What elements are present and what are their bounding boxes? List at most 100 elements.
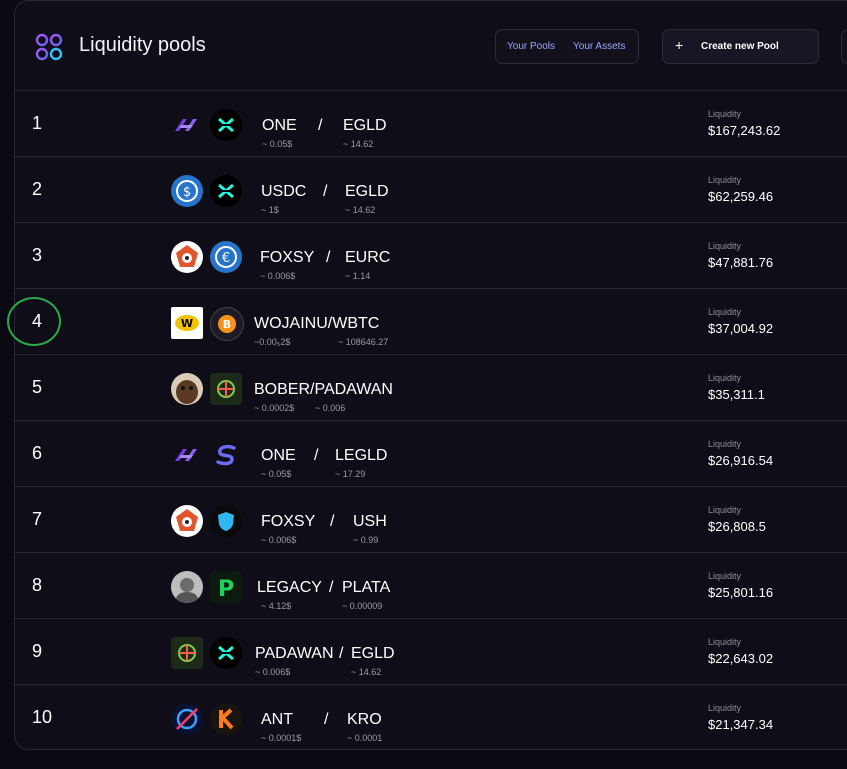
token-a-symbol: PADAWAN	[255, 645, 334, 662]
liquidity-value: $21,347.34	[708, 717, 774, 732]
liquidity-label: Liquidity	[708, 307, 742, 317]
token-a-symbol: FOXSY	[260, 249, 315, 266]
egld-token-icon	[210, 109, 242, 141]
liquidity-value: $26,916.54	[708, 453, 774, 468]
token-a-symbol: LEGACY	[257, 579, 322, 596]
token-b-price: ~ 0.0001	[347, 733, 383, 743]
pool-row[interactable]: 7 FOXSY / USH ~ 0.006$ ~ 0.99 Liquidity …	[15, 487, 847, 553]
pair-symbols: BOBER/PADAWAN	[254, 381, 393, 398]
pair-symbols: WOJAINU/WBTC	[254, 315, 380, 332]
pool-rank: 3	[32, 245, 43, 265]
page-title: Liquidity pools	[79, 34, 206, 56]
token-a-price: ~ 0.006$	[261, 535, 297, 545]
pool-row[interactable]: 10 ANT / KRO ~ 0.0001$ ~ 0.0001 Liquidit…	[15, 685, 847, 749]
page-header: Liquidity pools Your Pools Your Assets +…	[15, 1, 847, 91]
create-pool-label: Create new Pool	[701, 41, 779, 52]
wojainu-token-icon: W	[171, 307, 203, 339]
pair-separator: /	[326, 249, 331, 266]
pair-separator: /	[329, 579, 334, 596]
foxsy-token-icon	[171, 505, 203, 537]
foxsy-token-icon	[171, 241, 203, 273]
liquidity-value: $37,004.92	[708, 321, 774, 336]
pool-row[interactable]: 3 € FOXSY / EURC ~ 0.006$ ~ 1.14 Liquidi…	[15, 223, 847, 289]
token-a-price: ~0.00₅2$	[254, 337, 291, 347]
liquidity-value: $35,311.1	[708, 387, 765, 402]
create-pool-button[interactable]: + Create new Pool	[662, 29, 819, 64]
pair-separator: /	[323, 183, 328, 200]
pool-view-toggle: Your Pools Your Assets	[495, 29, 639, 64]
token-b-price: ~ 1.14	[345, 271, 371, 281]
token-b-price: ~ 0.99	[353, 535, 379, 545]
ant-token-icon	[171, 703, 203, 735]
pool-rank: 1	[32, 113, 43, 133]
svg-text:P: P	[218, 577, 234, 602]
pair-separator: /	[339, 645, 344, 662]
pool-row[interactable]: 9 PADAWAN / EGLD ~ 0.006$ ~ 14.62 Liquid…	[15, 619, 847, 685]
token-b-symbol: EURC	[345, 249, 391, 266]
pair-separator: /	[318, 117, 323, 134]
liquidity-value: $26,808.5	[708, 519, 766, 534]
pool-row[interactable]: 5 BOBER/PADAWAN ~ 0.0002$ ~ 0.006 Liquid…	[15, 355, 847, 421]
liquidity-label: Liquidity	[708, 571, 742, 581]
token-b-symbol: PLATA	[342, 579, 391, 596]
token-b-price: ~ 108646.27	[338, 337, 389, 347]
token-a-price: ~ 0.05$	[262, 139, 293, 149]
token-b-price: ~ 14.62	[351, 667, 382, 677]
svg-text:€: €	[222, 251, 230, 266]
pool-row[interactable]: 2 $ USDC / EGLD ~ 1$ ~ 14.62 Liquidity $…	[15, 157, 847, 223]
liquidity-label: Liquidity	[708, 703, 742, 713]
pool-rank: 7	[32, 509, 43, 529]
svg-text:$: $	[183, 185, 191, 200]
token-b-symbol: LEGLD	[335, 447, 388, 464]
pool-row[interactable]: 6 ONE / LEGLD ~ 0.05$ ~ 17.29 Liquidity …	[15, 421, 847, 487]
liquidity-pools-panel: Liquidity pools Your Pools Your Assets +…	[14, 0, 847, 750]
tab-your-pools[interactable]: Your Pools	[507, 41, 555, 52]
token-b-symbol: EGLD	[343, 117, 387, 134]
svg-text:W: W	[181, 317, 193, 330]
pool-rank: 8	[32, 575, 43, 595]
pool-rank: 6	[32, 443, 43, 463]
token-b-price: ~ 17.29	[335, 469, 366, 479]
egld-token-icon	[210, 175, 242, 207]
token-b-price: ~ 14.62	[343, 139, 374, 149]
one-token-icon	[171, 439, 203, 471]
padawan-token-icon	[210, 373, 242, 405]
liquidity-value: $62,259.46	[708, 189, 774, 204]
token-a-price: ~ 4.12$	[261, 601, 292, 611]
liquidity-label: Liquidity	[708, 175, 742, 185]
pool-row[interactable]: 4 W B WOJAINU/WBTC ~0.00₅2$ ~ 108646.27 …	[15, 289, 847, 355]
token-b-symbol: USH	[353, 513, 387, 530]
token-a-price: ~ 0.0002$	[254, 403, 295, 413]
token-a-price: ~ 0.006$	[255, 667, 291, 677]
token-a-price: ~ 0.006$	[260, 271, 296, 281]
pair-separator: /	[324, 711, 329, 728]
pool-row[interactable]: 1 ONE / EGLD ~ 0.05$ ~ 14.62 Liquidity $…	[15, 91, 847, 157]
pair-separator: /	[330, 513, 335, 530]
token-b-price: ~ 0.00009	[342, 601, 383, 611]
token-a-symbol: FOXSY	[261, 513, 316, 530]
legld-token-icon	[210, 439, 242, 471]
pool-row[interactable]: 8 P LEGACY / PLATA ~ 4.12$ ~ 0.00009 Liq…	[15, 553, 847, 619]
tab-your-assets[interactable]: Your Assets	[573, 41, 625, 52]
kro-token-icon	[210, 703, 242, 735]
token-a-price: ~ 0.05$	[261, 469, 292, 479]
pool-rank: 5	[32, 377, 43, 397]
pair-separator: /	[314, 447, 319, 464]
header-extra-button[interactable]	[841, 29, 847, 64]
usdc-token-icon: $	[171, 175, 203, 207]
liquidity-value: $22,643.02	[708, 651, 774, 666]
token-a-symbol: ONE	[262, 117, 297, 134]
token-b-symbol: EGLD	[345, 183, 389, 200]
legacy-token-icon	[171, 571, 203, 603]
liquidity-label: Liquidity	[708, 373, 742, 383]
padawan-token-icon	[171, 637, 203, 669]
ush-token-icon	[210, 505, 242, 537]
pool-rank: 10	[32, 707, 53, 727]
eurc-token-icon: €	[210, 241, 242, 273]
liquidity-value: $25,801.16	[708, 585, 774, 600]
pool-rank: 2	[32, 179, 43, 199]
token-a-symbol: ONE	[261, 447, 296, 464]
liquidity-label: Liquidity	[708, 637, 742, 647]
egld-token-icon	[210, 637, 242, 669]
liquidity-label: Liquidity	[708, 241, 742, 251]
